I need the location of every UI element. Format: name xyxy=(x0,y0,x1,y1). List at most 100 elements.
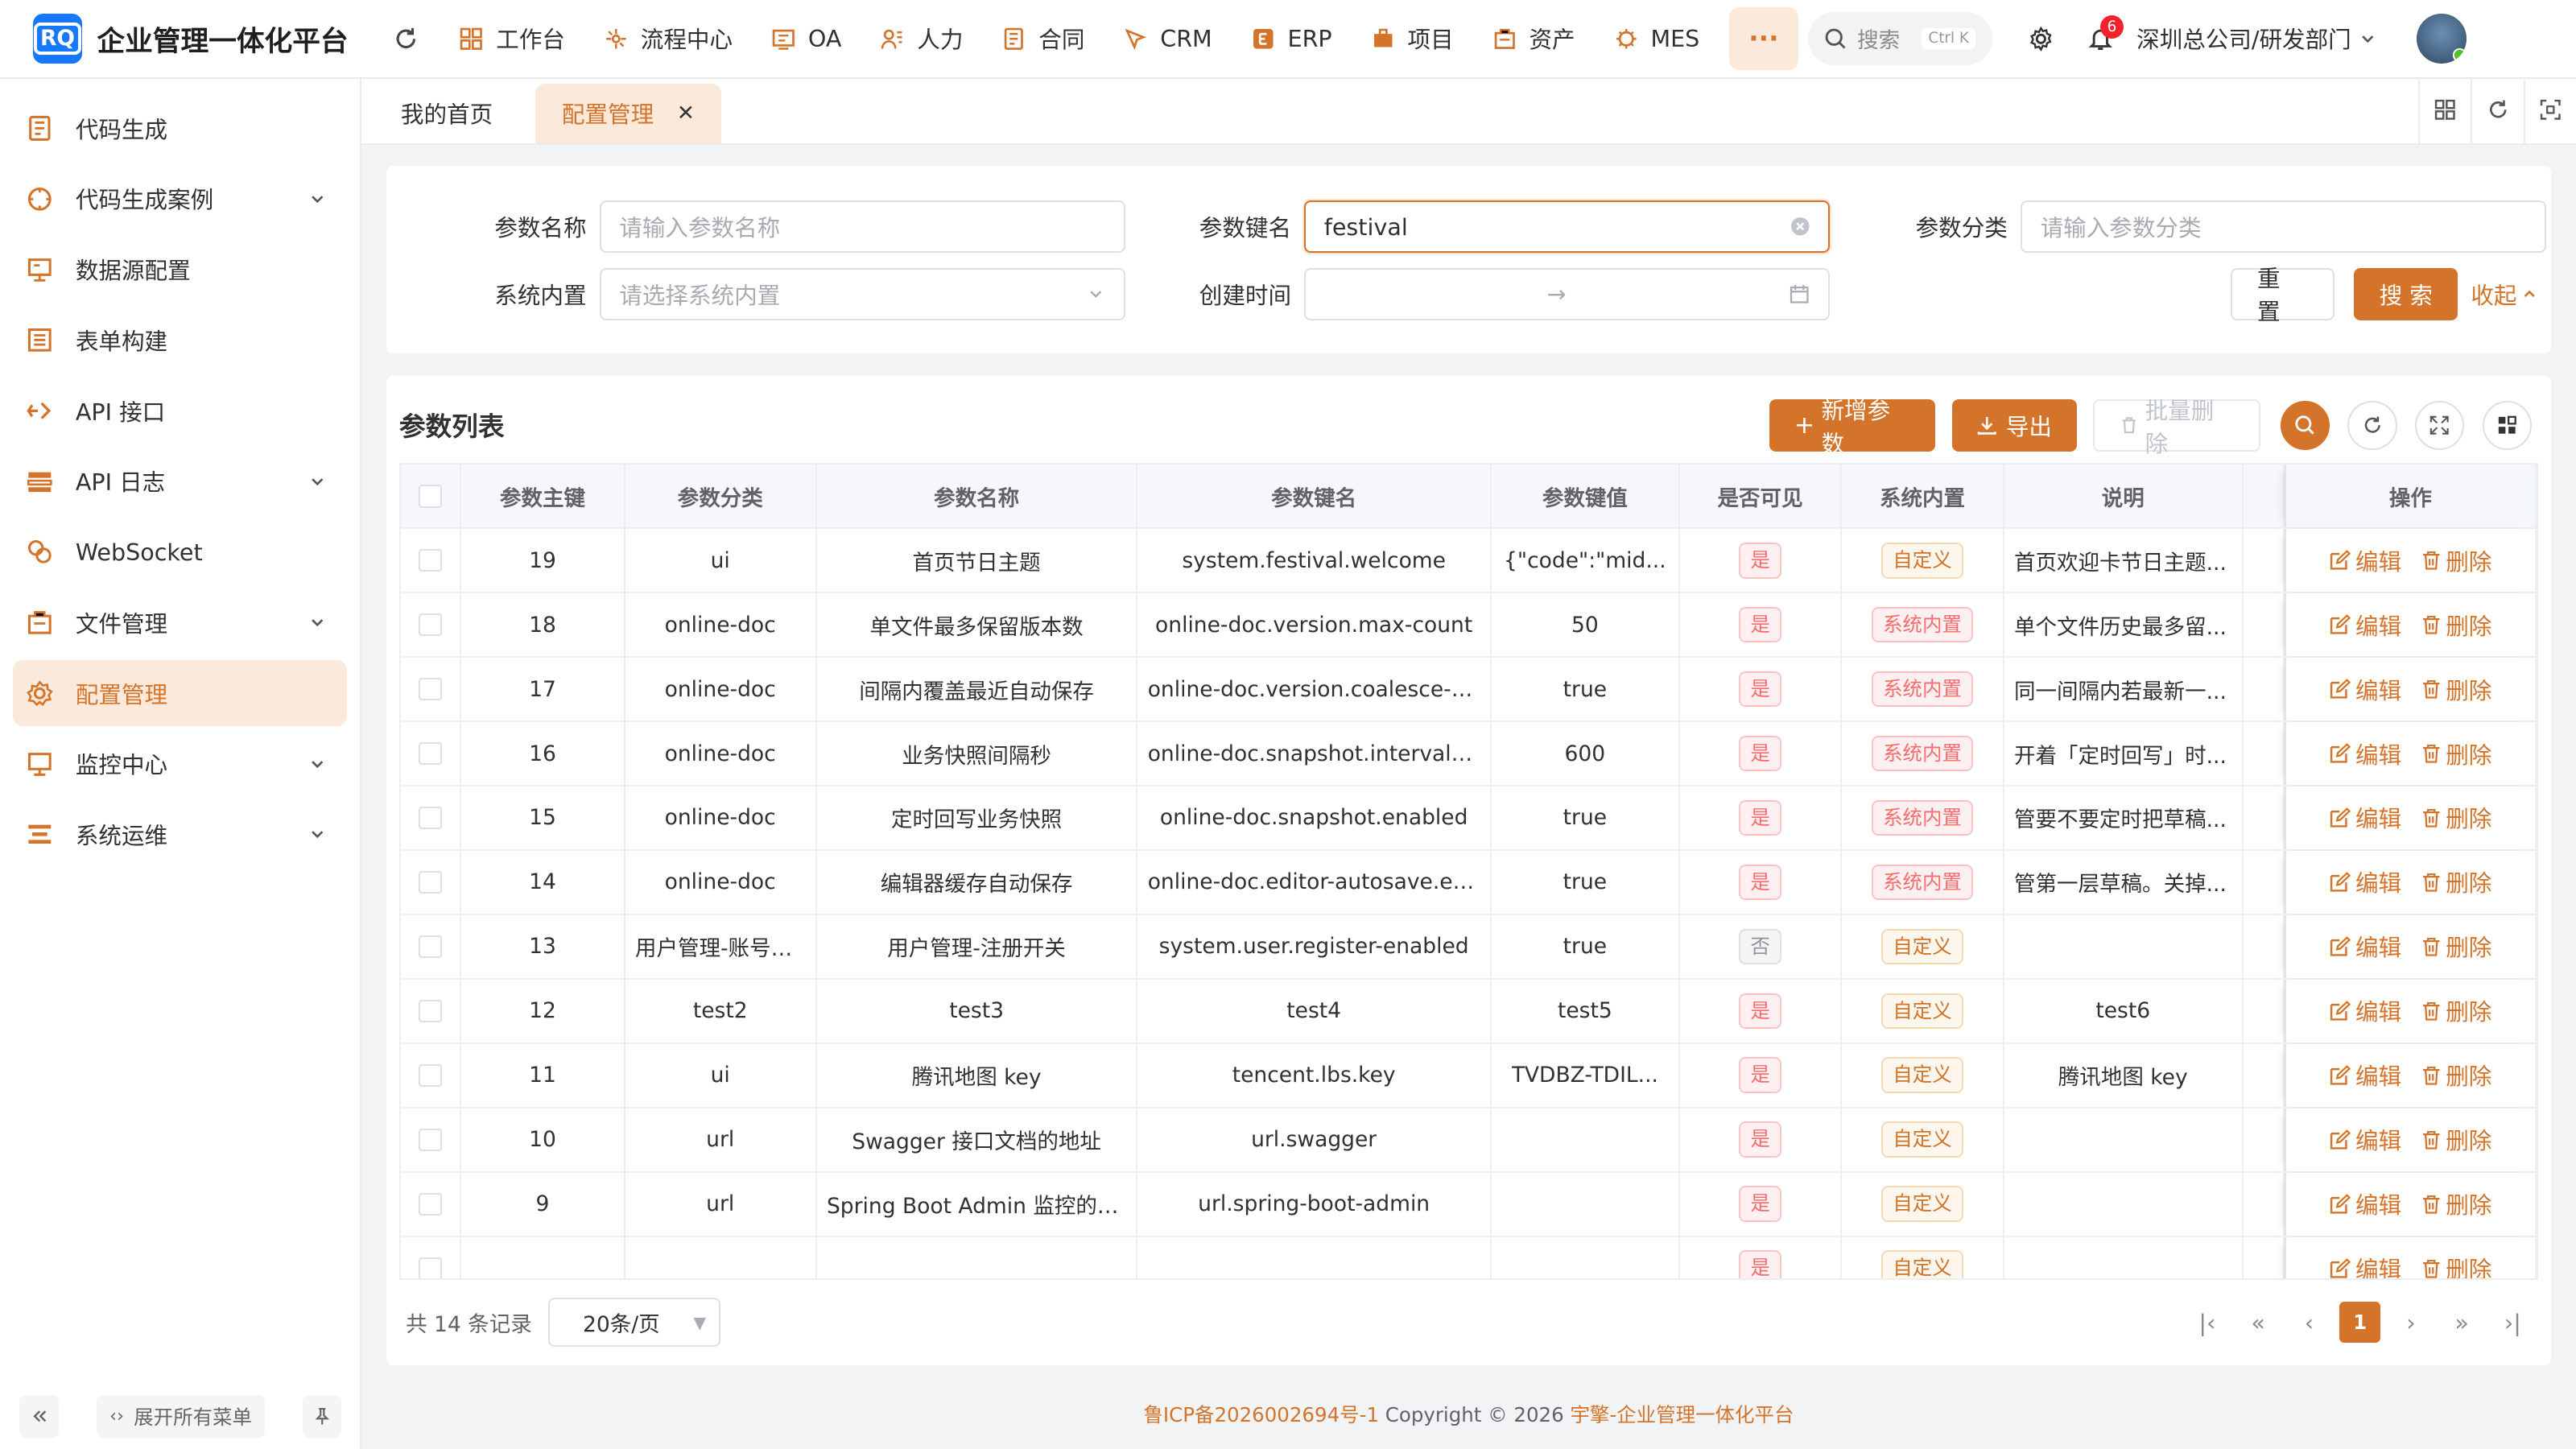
table-row[interactable]: 18 online-doc 单文件最多保留版本数 online-doc.version… xyxy=(400,593,2537,658)
row-checkbox[interactable] xyxy=(419,1128,442,1152)
row-checkbox[interactable] xyxy=(419,1192,442,1216)
row-checkbox[interactable] xyxy=(419,741,442,766)
tab-home[interactable]: 我的首页 xyxy=(374,84,519,142)
param-key-input[interactable]: festival xyxy=(1304,200,1831,254)
delete-button[interactable]: 删除 xyxy=(2421,673,2491,706)
reload-table-button[interactable] xyxy=(2347,400,2397,451)
sidebar-item-code-gen[interactable]: 代码生成 xyxy=(13,95,346,161)
avatar[interactable] xyxy=(2417,14,2467,64)
table-row[interactable]: 15 online-doc 定时回写业务快照 online-doc.snapshot.… xyxy=(400,786,2537,851)
page-size-select[interactable]: 20条/页 ▼ xyxy=(548,1298,721,1348)
table-row[interactable]: 11 ui 腾讯地图 key tencent.lbs.key TVDBZ-TDIL...… xyxy=(400,1043,2537,1108)
prev-group-button[interactable]: « xyxy=(2233,1299,2284,1345)
delete-button[interactable]: 删除 xyxy=(2421,1187,2491,1220)
sidebar-item-config[interactable]: 配置管理 xyxy=(13,660,347,726)
last-page-button[interactable]: ›| xyxy=(2487,1299,2538,1345)
topnav-item-erp[interactable]: ERP xyxy=(1232,0,1352,78)
topnav-item-workflow[interactable]: 流程中心 xyxy=(584,0,752,78)
first-page-button[interactable]: |‹ xyxy=(2182,1299,2232,1345)
delete-button[interactable]: 删除 xyxy=(2421,994,2491,1027)
export-button[interactable]: 导出 xyxy=(1951,398,2077,452)
table-row[interactable]: 16 online-doc 业务快照间隔秒 online-doc.snapshot.i… xyxy=(400,722,2537,786)
topnav-item-contract[interactable]: 合同 xyxy=(983,0,1104,78)
logo[interactable]: RQ 企业管理一体化平台 xyxy=(0,14,374,64)
builtin-select[interactable]: 请选择系统内置 xyxy=(599,267,1125,320)
edit-button[interactable]: 编辑 xyxy=(2329,1059,2401,1092)
edit-button[interactable]: 编辑 xyxy=(2329,673,2401,706)
param-name-input[interactable]: 请输入参数名称 xyxy=(599,200,1125,254)
delete-button[interactable]: 删除 xyxy=(2421,544,2491,577)
row-checkbox[interactable] xyxy=(419,1257,442,1278)
edit-button[interactable]: 编辑 xyxy=(2329,544,2401,577)
sidebar-item-code-gen-sample[interactable]: 代码生成案例 xyxy=(13,166,346,232)
sidebar-item-file[interactable]: 文件管理 xyxy=(13,589,346,655)
sidebar-item-ops[interactable]: 系统运维 xyxy=(13,802,346,868)
table-fullscreen-button[interactable] xyxy=(2414,400,2465,451)
topnav-item-workbench[interactable]: 工作台 xyxy=(440,0,585,78)
row-checkbox[interactable] xyxy=(419,613,442,637)
topnav-item-asset[interactable]: 资产 xyxy=(1473,0,1595,78)
global-search[interactable]: 搜索 Ctrl K xyxy=(1807,12,1992,65)
sidebar-item-form-build[interactable]: 表单构建 xyxy=(13,308,346,374)
delete-button[interactable]: 删除 xyxy=(2421,801,2491,834)
reset-button[interactable]: 重 置 xyxy=(2231,265,2334,325)
sidebar-item-api[interactable]: API 接口 xyxy=(13,378,346,444)
prev-page-button[interactable]: ‹ xyxy=(2284,1299,2334,1345)
current-page[interactable]: 1 xyxy=(2339,1302,2381,1344)
next-page-button[interactable]: › xyxy=(2385,1299,2436,1345)
select-all-checkbox[interactable] xyxy=(419,484,442,508)
row-checkbox[interactable] xyxy=(419,870,442,894)
delete-button[interactable]: 删除 xyxy=(2421,930,2491,963)
topnav-item-project[interactable]: 项目 xyxy=(1352,0,1473,78)
edit-button[interactable]: 编辑 xyxy=(2329,865,2401,898)
settings-button[interactable] xyxy=(2015,12,2067,64)
close-icon[interactable]: ✕ xyxy=(677,101,695,126)
row-checkbox[interactable] xyxy=(419,548,442,572)
topnav-item-crm[interactable]: CRM xyxy=(1104,0,1232,78)
sidebar-item-datasource[interactable]: 数据源配置 xyxy=(13,237,346,303)
tab-fullscreen-button[interactable] xyxy=(2523,76,2576,143)
created-date-range[interactable]: → xyxy=(1304,267,1831,320)
tab-config[interactable]: 配置管理 ✕ xyxy=(535,84,721,143)
batch-delete-button[interactable]: 批量删除 xyxy=(2093,397,2261,457)
delete-button[interactable]: 删除 xyxy=(2421,1059,2491,1092)
add-param-button[interactable]: + 新增参数 xyxy=(1769,397,1936,457)
row-checkbox[interactable] xyxy=(419,999,442,1023)
param-category-input[interactable]: 请输入参数分类 xyxy=(2021,200,2547,254)
tab-grid-button[interactable] xyxy=(2418,76,2471,143)
table-row[interactable]: 10 url Swagger 接口文档的地址 url.swagger 是 自定义 编辑 删除 xyxy=(400,1108,2537,1173)
topnav-item-oa[interactable]: OA xyxy=(753,0,861,78)
department-switcher[interactable]: 深圳总公司/研发部门 xyxy=(2136,22,2377,55)
collapse-filter-link[interactable]: 收起 xyxy=(2471,278,2538,311)
edit-button[interactable]: 编辑 xyxy=(2329,994,2401,1027)
edit-button[interactable]: 编辑 xyxy=(2329,801,2401,834)
column-settings-button[interactable] xyxy=(2482,400,2532,451)
sidebar-item-api-log[interactable]: API 日志 xyxy=(13,448,346,514)
table-row[interactable]: 12 test2 test3 test4 test5 是 自定义 test6 编辑 删除 xyxy=(400,979,2537,1044)
row-checkbox[interactable] xyxy=(419,806,442,830)
pin-sidebar-button[interactable] xyxy=(302,1394,342,1438)
edit-button[interactable]: 编辑 xyxy=(2329,737,2401,770)
table-row[interactable]: 19 ui 首页节日主题 system.festival.welcome {"code"… xyxy=(400,529,2537,594)
icp-link[interactable]: 鲁ICP备2026002694号-1 xyxy=(1143,1403,1379,1426)
row-checkbox[interactable] xyxy=(419,935,442,959)
notification-button[interactable]: 6 xyxy=(2074,12,2127,64)
table-row[interactable]: 9 url Spring Boot Admin 监控的地址 url.spring-bo… xyxy=(400,1172,2537,1237)
expand-all-menu-button[interactable]: ‹› 展开所有菜单 xyxy=(96,1394,266,1438)
row-checkbox[interactable] xyxy=(419,1063,442,1088)
sidebar-item-monitor[interactable]: 监控中心 xyxy=(13,731,346,797)
edit-button[interactable]: 编辑 xyxy=(2329,1252,2401,1278)
table-row[interactable]: 是 自定义 编辑 删除 xyxy=(401,1236,2537,1278)
topnav-item-hr[interactable]: 人力 xyxy=(861,0,983,78)
more-menu-button[interactable]: ··· xyxy=(1729,7,1798,70)
delete-button[interactable]: 删除 xyxy=(2421,865,2491,898)
toggle-search-button[interactable] xyxy=(2280,400,2330,451)
table-row[interactable]: 13 用户管理-账号初... 用户管理-注册开关 system.user.regist… xyxy=(400,914,2537,980)
row-checkbox[interactable] xyxy=(419,677,442,701)
search-button[interactable]: 搜 索 xyxy=(2354,267,2458,320)
delete-button[interactable]: 删除 xyxy=(2421,609,2491,642)
delete-button[interactable]: 删除 xyxy=(2421,737,2491,770)
refresh-icon[interactable] xyxy=(385,17,427,60)
sidebar-item-websocket[interactable]: WebSocket xyxy=(13,519,346,585)
brand-link[interactable]: 宇擎-企业管理一体化平台 xyxy=(1570,1403,1794,1426)
